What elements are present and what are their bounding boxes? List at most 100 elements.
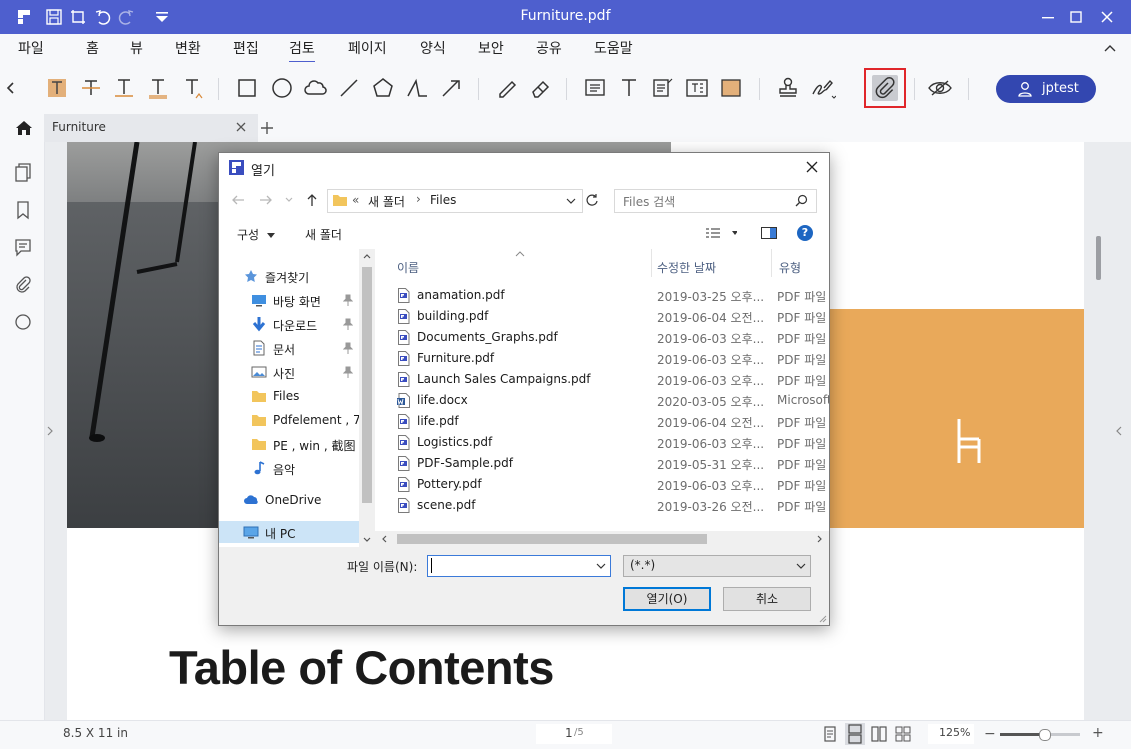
pin-icon[interactable] [343,294,353,306]
search-panel-icon[interactable] [13,312,33,332]
forward-arrow-icon[interactable] [259,193,273,207]
nav-item-pictures[interactable]: 사진 [219,361,359,383]
single-page-view-icon[interactable] [822,725,838,743]
address-crumb-files[interactable]: Files [430,193,456,207]
help-icon[interactable]: ? [797,225,813,241]
menu-form[interactable]: 양식 [420,38,446,58]
zoom-in-button[interactable]: + [1092,725,1104,741]
zoom-out-button[interactable]: − [984,726,996,742]
menu-share[interactable]: 공유 [536,38,562,58]
file-type-select[interactable]: (*.*) [623,555,811,577]
eraser-icon[interactable] [526,74,554,102]
rectangle-icon[interactable] [233,74,261,102]
caret-icon[interactable] [178,74,206,102]
dialog-close-icon[interactable] [805,160,819,174]
pin-icon[interactable] [343,366,353,378]
hide-annotations-icon[interactable] [926,74,954,102]
file-row[interactable]: Documents_Graphs.pdf 2019-06-03 오후... PDF … [387,327,829,348]
home-icon[interactable] [14,118,34,138]
textbox-icon[interactable] [683,74,711,102]
nav-item-onedrive[interactable]: OneDrive [219,489,359,511]
callout-icon[interactable] [649,74,677,102]
highlight-icon[interactable] [43,74,71,102]
nav-item-this-pc[interactable]: 내 PC [219,521,359,543]
maximize-icon[interactable] [1066,7,1086,27]
scroll-right-icon[interactable] [817,535,823,543]
file-list-horizontal-scrollbar[interactable] [375,531,829,547]
file-row[interactable]: life.docx 2020-03-05 오후... Microsoft [387,390,829,411]
typewriter-icon[interactable] [615,74,643,102]
polygon-icon[interactable] [369,74,397,102]
grid-view-icon[interactable] [894,725,912,743]
address-bar[interactable]: « 새 폴더 › Files [327,189,583,213]
search-icon[interactable] [795,194,808,207]
file-row[interactable]: scene.pdf 2019-03-26 오전... PDF 파일 [387,495,829,516]
nav-item-music[interactable]: 음악 [219,457,359,479]
minimize-icon[interactable] [1038,7,1058,27]
recent-locations-icon[interactable] [285,197,293,203]
horizontal-scroll-thumb[interactable] [397,534,707,544]
nav-item-desktop[interactable]: 바탕 화면 [219,289,359,311]
organize-button[interactable]: 구성 [237,226,275,243]
nav-item-downloads[interactable]: 다운로드 [219,313,359,335]
cancel-button[interactable]: 취소 [723,587,811,611]
nav-item-pdfelement[interactable]: Pdfelement , 7- [219,409,365,431]
menu-home[interactable]: 홈 [86,38,99,58]
menu-file[interactable]: 파일 [18,38,44,58]
file-row[interactable]: Logistics.pdf 2019-06-03 오후... PDF 파일 [387,432,829,453]
oval-icon[interactable] [268,74,296,102]
file-row[interactable]: Launch Sales Campaigns.pdf 2019-06-03 오후.… [387,369,829,390]
address-overflow[interactable]: « [352,193,359,207]
two-page-view-icon[interactable] [870,725,888,743]
filename-input[interactable] [427,555,611,577]
file-row[interactable]: PDF-Sample.pdf 2019-05-31 오후... PDF 파일 [387,453,829,474]
close-window-icon[interactable] [1097,7,1117,27]
filename-dropdown-icon[interactable] [596,563,606,569]
new-tab-icon[interactable] [260,121,274,135]
underline-icon[interactable] [110,74,138,102]
zoom-level[interactable]: 125% [939,726,970,739]
thumbnails-icon[interactable] [13,162,33,182]
expand-panel-icon[interactable] [47,426,53,436]
toolbar-scroll-left-icon[interactable] [6,82,16,94]
search-files-input[interactable]: Files 검색 [614,189,817,213]
preview-pane-icon[interactable] [761,227,777,239]
scroll-up-icon[interactable] [363,253,371,259]
nav-item-favorites[interactable]: 즐겨찾기 [219,265,359,287]
refresh-icon[interactable] [585,193,599,207]
zoom-slider-track[interactable] [1000,729,1080,741]
file-type-dropdown-icon[interactable] [796,563,806,569]
new-folder-button[interactable]: 새 폴더 [305,226,342,243]
back-arrow-icon[interactable] [231,193,245,207]
tab-furniture[interactable]: Furniture [44,114,258,142]
collapse-right-panel-icon[interactable] [1116,426,1122,436]
user-account-button[interactable]: jptest [996,75,1096,103]
continuous-view-icon[interactable] [845,723,865,745]
nav-item-pe-win[interactable]: PE , win , 截图 [219,433,359,455]
attachments-panel-icon[interactable] [13,275,33,295]
cloud-shape-icon[interactable] [301,74,329,102]
menu-convert[interactable]: 변환 [175,38,201,58]
attach-file-icon[interactable] [872,75,898,101]
note-icon[interactable] [581,74,609,102]
close-tab-icon[interactable] [236,122,246,132]
stamp-icon[interactable] [774,74,802,102]
nav-item-documents[interactable]: 문서 [219,337,359,359]
menu-view[interactable]: 뷰 [130,38,143,58]
file-row[interactable]: Pottery.pdf 2019-06-03 오후... PDF 파일 [387,474,829,495]
menu-review[interactable]: 검토 [289,38,315,63]
collapse-ribbon-icon[interactable] [1104,44,1116,52]
nav-scroll-thumb[interactable] [362,267,372,503]
bookmark-icon[interactable] [13,200,33,220]
strikethrough-icon[interactable] [77,74,105,102]
open-button[interactable]: 열기(O) [623,587,711,611]
area-highlight-icon[interactable] [717,74,745,102]
zoom-field[interactable]: 125% [928,724,974,744]
address-crumb-new-folder[interactable]: 새 폴더 [368,193,405,210]
address-dropdown-icon[interactable] [566,198,576,204]
page-navigator[interactable]: 1 /5 [536,724,612,744]
menu-help[interactable]: 도움말 [594,38,633,58]
squiggly-icon[interactable] [144,74,172,102]
pin-icon[interactable] [343,342,353,354]
polyline-icon[interactable] [403,74,431,102]
